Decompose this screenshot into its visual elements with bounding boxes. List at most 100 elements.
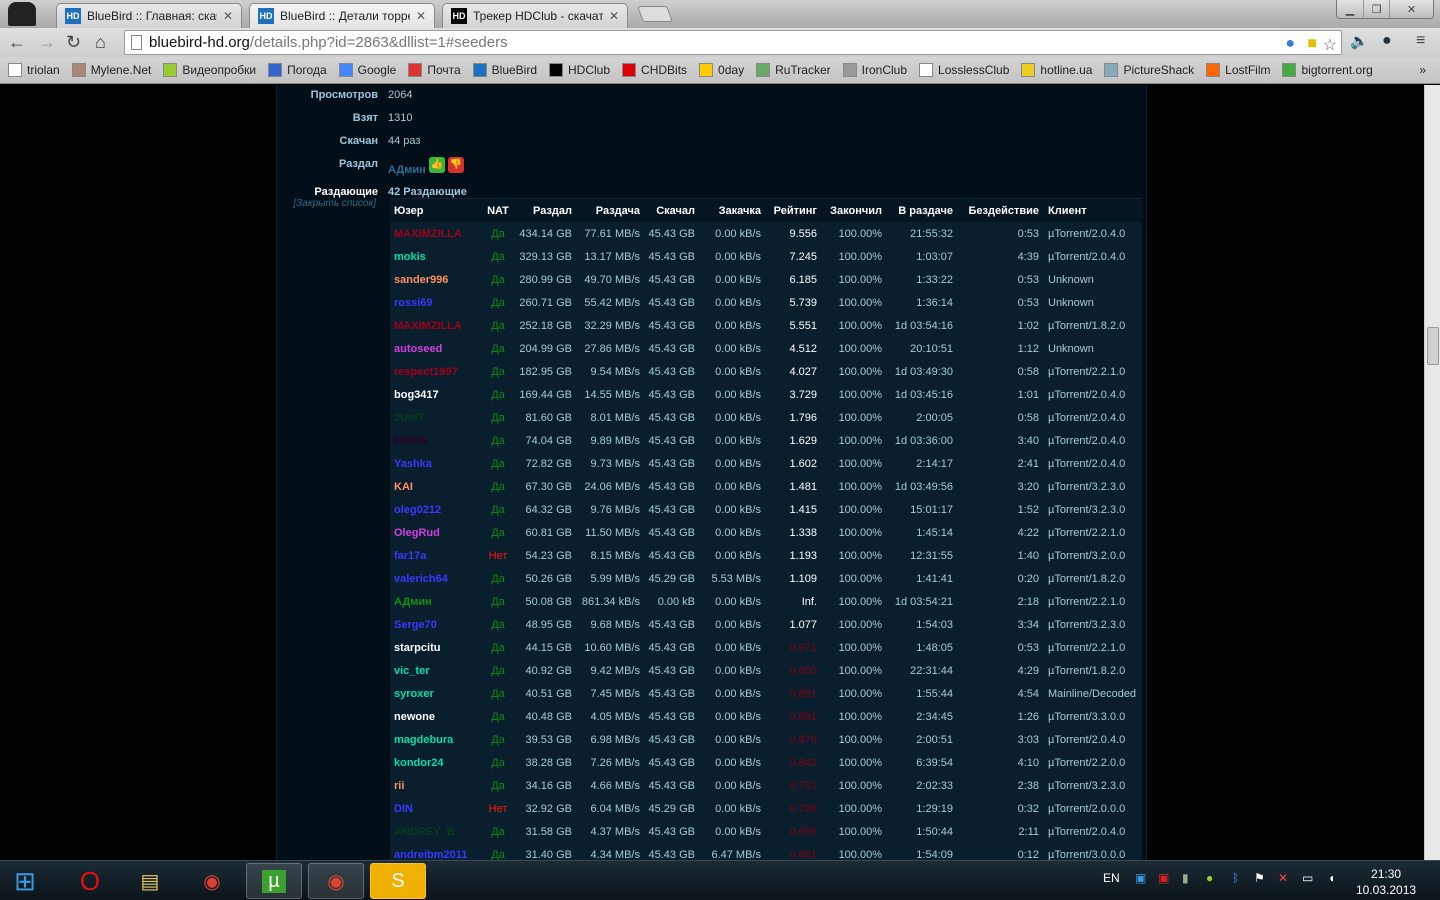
bookmark-google[interactable]: Google [338, 63, 396, 77]
tab-hdclub[interactable]: HD Трекер HDClub - скачать ✕ [442, 3, 628, 28]
utorrent-icon[interactable]: µ [246, 863, 302, 899]
back-icon[interactable]: ← [8, 32, 26, 53]
user-link[interactable]: MAXIMZILLA [394, 320, 462, 332]
bookmark-bluebird[interactable]: BlueBird [472, 63, 537, 77]
bookmark-почта[interactable]: Почта [408, 63, 461, 77]
column-header[interactable]: Клиент [1048, 205, 1087, 217]
bookmark-pictureshack[interactable]: PictureShack [1104, 63, 1194, 77]
address-bar[interactable]: bluebird-hd.org/details.php?id=2863&dlli… [124, 30, 1342, 55]
teamviewer-icon[interactable]: ▣ [1135, 871, 1146, 885]
globe-icon[interactable]: ● [1382, 32, 1392, 50]
user-link[interactable]: rii [394, 780, 404, 792]
bookmark-triolan[interactable]: triolan [8, 63, 60, 77]
bookmark-chdbits[interactable]: CHDBits [622, 63, 687, 77]
tab-bluebird-details[interactable]: HD BlueBird :: Детали торрен ✕ [249, 3, 435, 28]
column-header[interactable]: NAT [478, 205, 518, 217]
network-icon[interactable]: ▭ [1302, 871, 1313, 885]
user-link[interactable]: kondor24 [394, 757, 444, 769]
column-header[interactable]: Бездействие [968, 205, 1039, 217]
home-icon[interactable]: ⌂ [95, 32, 106, 53]
close-list-link[interactable]: [Закрыть список] [293, 198, 376, 209]
user-link[interactable]: MAXIMZILLA [394, 228, 462, 240]
user-link[interactable]: oleg0212 [394, 504, 441, 516]
bluetooth-icon[interactable]: ᛒ [1232, 871, 1239, 885]
volume-icon[interactable]: ◖ [1328, 871, 1335, 885]
language-indicator[interactable]: EN [1103, 871, 1120, 885]
column-header[interactable]: Юзер [394, 205, 424, 217]
user-link[interactable]: Serge70 [394, 619, 437, 631]
close-window-button[interactable]: ✕ [1389, 0, 1433, 18]
user-link[interactable]: OlegRud [394, 527, 440, 539]
start-button[interactable]: ⊞ [0, 863, 50, 899]
bookmark-0day[interactable]: 0day [699, 63, 744, 77]
chrome-icon[interactable]: ◉ [184, 863, 240, 899]
user-link[interactable]: valerich64 [394, 573, 448, 585]
bookmark-hdclub[interactable]: HDClub [549, 63, 610, 77]
bookmark-ironclub[interactable]: IronClub [842, 63, 907, 77]
scrollbar-thumb[interactable] [1427, 327, 1439, 365]
user-link[interactable]: АДмин [394, 596, 432, 608]
column-header[interactable]: Закачка [719, 205, 761, 217]
explorer-icon[interactable]: ▤ [122, 863, 178, 899]
close-tab-icon[interactable]: ✕ [609, 9, 619, 23]
thumbs-down-icon[interactable]: 👎 [447, 157, 464, 173]
uploader-link[interactable]: АДмин [388, 164, 426, 176]
usb-icon[interactable]: ▮ [1182, 871, 1189, 885]
bookmark-mylene-net[interactable]: Mylene.Net [71, 63, 151, 77]
chrome-open-icon[interactable]: ◉ [308, 863, 364, 899]
bookmark-lostfilm[interactable]: LostFilm [1206, 63, 1270, 77]
user-link[interactable]: ANDREY_B [394, 826, 455, 838]
bookmark-rutracker[interactable]: RuTracker [756, 63, 831, 77]
bookmark-видеопробки[interactable]: Видеопробки [163, 63, 256, 77]
user-link[interactable]: rossi69 [394, 297, 433, 309]
power-icon[interactable]: ✕ [1278, 871, 1288, 885]
user-link[interactable]: andreibm2011 [394, 849, 467, 860]
user-link[interactable]: respect1997 [394, 366, 458, 378]
column-header[interactable]: Закончил [830, 205, 882, 217]
user-link[interactable]: vic_ter [394, 665, 429, 677]
user-link[interactable]: 2UniT [394, 412, 425, 424]
clock[interactable]: 21:30 10.03.2013 [1356, 866, 1416, 898]
user-link[interactable]: magdebura [394, 734, 453, 746]
menu-icon[interactable]: ≡ [1416, 32, 1425, 50]
user-link[interactable]: far17a [394, 550, 426, 562]
user-link[interactable]: bog3417 [394, 389, 439, 401]
column-header[interactable]: В раздаче [898, 205, 953, 217]
bookmark-star-icon[interactable]: ☆ [1323, 35, 1337, 55]
restore-button[interactable]: ❐ [1363, 0, 1389, 18]
user-link[interactable]: KAI [394, 481, 413, 493]
new-tab-button[interactable] [637, 6, 673, 22]
column-header[interactable]: Раздача [596, 205, 640, 217]
extension-icon[interactable]: ■ [1307, 35, 1317, 53]
close-tab-icon[interactable]: ✕ [223, 9, 233, 23]
minimize-button[interactable]: ▁ [1337, 0, 1363, 18]
column-header[interactable]: Скачал [656, 205, 695, 217]
user-link[interactable]: mokis [394, 251, 426, 263]
user-link[interactable]: sander996 [394, 274, 448, 286]
scrollbar[interactable] [1424, 85, 1440, 860]
user-link[interactable]: starpcitu [394, 642, 440, 654]
notification-icon[interactable]: ● [1206, 871, 1213, 885]
user-link[interactable]: DIN [394, 803, 413, 815]
column-header[interactable]: Рейтинг [774, 205, 817, 217]
skype-icon[interactable]: S [370, 863, 426, 899]
column-header[interactable]: Раздал [533, 205, 572, 217]
speaker-icon[interactable]: 🔈 [1350, 32, 1369, 50]
close-tab-icon[interactable]: ✕ [416, 9, 426, 23]
tab-bluebird-main[interactable]: HD BlueBird :: Главная: скача ✕ [56, 3, 242, 28]
opera-icon[interactable]: O [62, 863, 118, 899]
bookmark-погода[interactable]: Погода [268, 63, 327, 77]
forward-icon[interactable]: → [38, 32, 56, 53]
user-link[interactable]: Yashka [394, 458, 432, 470]
user-link[interactable]: newone [394, 711, 435, 723]
bookmark-bigtorrent-org[interactable]: bigtorrent.org [1282, 63, 1373, 77]
flag-icon[interactable]: ⚑ [1254, 871, 1265, 885]
avira-icon[interactable]: ▣ [1158, 871, 1169, 885]
bookmark-hotline-ua[interactable]: hotline.ua [1021, 63, 1092, 77]
thumbs-up-icon[interactable]: 👍 [428, 157, 445, 173]
bookmarks-overflow-button[interactable]: » [1419, 63, 1426, 77]
google-translate-icon[interactable]: ● [1285, 35, 1295, 53]
bookmark-losslessclub[interactable]: LosslessClub [919, 63, 1009, 77]
user-link[interactable]: syroxer [394, 688, 434, 700]
reload-icon[interactable]: ↻ [66, 32, 81, 53]
